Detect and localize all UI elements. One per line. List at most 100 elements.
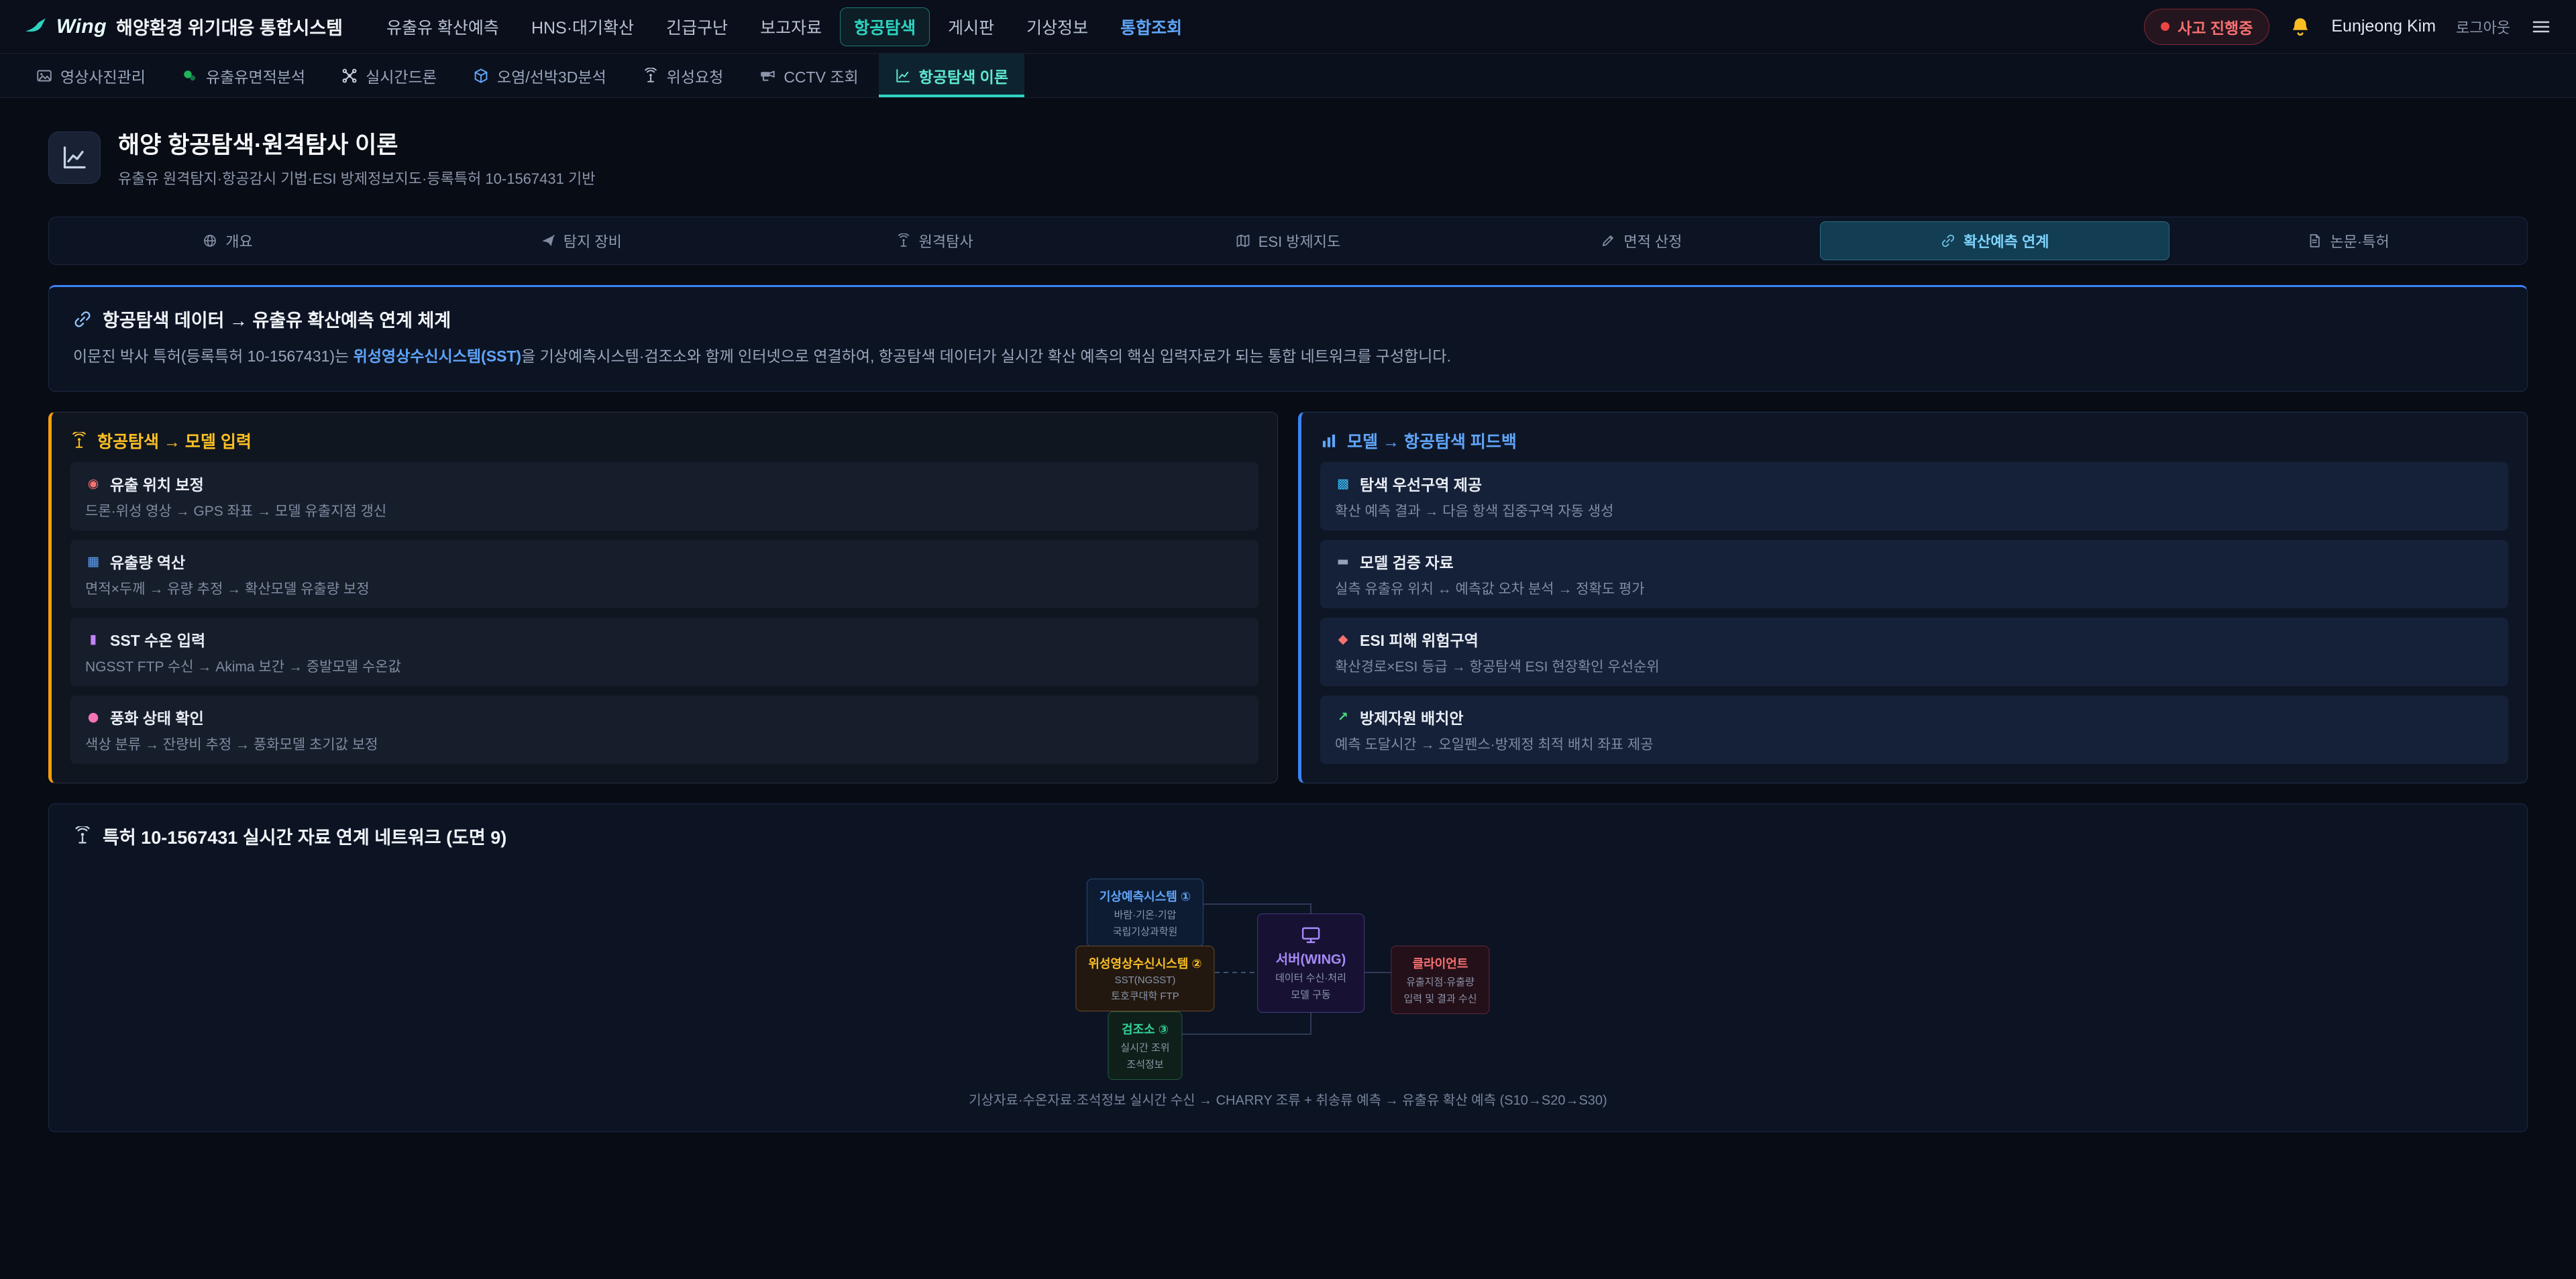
top-navbar: Wing 해양환경 위기대응 통합시스템 유출유 확산예측HNS·대기확산긴급구… xyxy=(0,0,2576,54)
page-subtitle: 유출유 원격탐지·항공감시 기법·ESI 방제정보지도·등록특허 10-1567… xyxy=(118,167,595,188)
plane-icon xyxy=(541,233,555,248)
theory-tab[interactable]: ESI 방제지도 xyxy=(1114,221,1463,260)
logout-link[interactable]: 로그아웃 xyxy=(2456,16,2510,38)
user-name: Eunjeong Kim xyxy=(2331,17,2436,36)
card-item-title-text: 모델 검증 자료 xyxy=(1360,550,1454,573)
theory-tab[interactable]: 원격탐사 xyxy=(760,221,1110,260)
subnav-item[interactable]: 유출유면적분석 xyxy=(166,54,321,97)
subnav-item[interactable]: 실시간드론 xyxy=(325,54,453,97)
card-item-title: ↗방제자원 배치안 xyxy=(1335,706,2493,728)
tab-label: 개요 xyxy=(225,230,252,252)
node-tide-station: 검조소 ③ 실시간 조위 조석정보 xyxy=(1108,1011,1182,1080)
node-client: 클라이언트 유출지점·유출량 입력 및 결과 수신 xyxy=(1391,946,1489,1014)
network-diagram: 기상예측시스템 ① 바람·기온·기압 국립기상과학원 위성영상수신시스템 ② S… xyxy=(839,879,1737,1068)
node-line: 유출지점·유출량 xyxy=(1403,975,1477,989)
tab-label: 탐지 장비 xyxy=(564,230,622,252)
card-item-title-text: 유출량 역산 xyxy=(110,550,185,573)
tab-label: 확산예측 연계 xyxy=(1964,230,2049,252)
card-item-desc: 예측 도달시간 → 오일펜스·방제정 최적 배치 좌표 제공 xyxy=(1335,734,2493,754)
card-item-title-text: SST 수온 입력 xyxy=(110,628,205,651)
ruler-icon: ▬ xyxy=(1335,554,1351,569)
pencil-icon xyxy=(1601,233,1615,248)
incident-status-label: 사고 진행중 xyxy=(2178,15,2253,38)
nav-item[interactable]: 긴급구난 xyxy=(652,7,742,46)
subnav-item[interactable]: CCTV 조회 xyxy=(743,54,874,97)
model-feedback-items: ▩탐색 우선구역 제공확산 예측 결과 → 다음 항색 집중구역 자동 생성▬모… xyxy=(1320,462,2508,764)
model-feedback-card-title-row: 모델 → 항공탐색 피드백 xyxy=(1320,429,2508,453)
tab-label: 면적 산정 xyxy=(1623,230,1682,252)
theory-tabs: 개요 탐지 장비 원격탐사ESI 방제지도 면적 산정 확산예측 연계 논문·특허 xyxy=(48,217,2528,265)
theory-tab[interactable]: 논문·특허 xyxy=(2174,221,2523,260)
hamburger-menu-button[interactable] xyxy=(2530,16,2552,38)
linkage-section-description: 이문진 박사 특허(등록특허 10-1567431)는 위성영상수신시스템(SS… xyxy=(73,344,2503,370)
main-nav: 유출유 확산예측HNS·대기확산긴급구난보고자료항공탐색게시판기상정보통합조회 xyxy=(372,7,1196,46)
subnav-item[interactable]: 영상사진관리 xyxy=(20,54,162,97)
nav-item[interactable]: 기상정보 xyxy=(1012,7,1102,46)
brand: Wing 해양환경 위기대응 통합시스템 xyxy=(24,13,343,40)
node-line: 모델 구동 xyxy=(1275,987,1346,1001)
node-line: 입력 및 결과 수신 xyxy=(1403,991,1477,1005)
card-item-desc: 실측 유출유 위치 ↔ 예측값 오차 분석 → 정확도 평가 xyxy=(1335,578,2493,598)
nav-item[interactable]: 보고자료 xyxy=(746,7,836,46)
subnav-item-label: 오염/선박3D분석 xyxy=(497,64,606,87)
card-item-title: ▦유출량 역산 xyxy=(85,550,1244,573)
antenna-icon xyxy=(73,826,92,845)
card-item-title-text: 풍화 상태 확인 xyxy=(110,706,204,728)
linkage-cards: 항공탐색 → 모델 입력 ◉유출 위치 보정드론·위성 영상 → GPS 좌표 … xyxy=(48,412,2528,783)
node-line: SST(NGSST) xyxy=(1088,975,1201,986)
drone-icon xyxy=(341,68,358,84)
card-item-title: ▮SST 수온 입력 xyxy=(85,628,1244,651)
card-item: ◆ESI 피해 위험구역확산경로×ESI 등급 → 항공탐색 ESI 현장확인 … xyxy=(1320,618,2508,686)
card-item-desc: NGSST FTP 수신 → Akima 보간 → 증발모델 수온값 xyxy=(85,656,1244,676)
bar-chart-icon xyxy=(1320,432,1338,449)
subnav-item[interactable]: 위성요청 xyxy=(627,54,740,97)
status-dot-icon xyxy=(2161,22,2169,31)
desc-suffix: 을 기상예측시스템·검조소와 함께 인터넷으로 연결하여, 항공탐색 데이터가 … xyxy=(521,347,1451,365)
nav-item[interactable]: HNS·대기확산 xyxy=(517,7,648,46)
nav-item[interactable]: 게시판 xyxy=(934,7,1008,46)
model-input-card-title-row: 항공탐색 → 모델 입력 xyxy=(70,429,1258,453)
node-title: 클라이언트 xyxy=(1403,954,1477,972)
network-panel-title: 특허 10-1567431 실시간 자료 연계 네트워크 (도면 9) xyxy=(103,823,506,849)
page-header: 해양 항공탐색·원격탐사 이론 유출유 원격탐지·항공감시 기법·ESI 방제정… xyxy=(48,126,2528,188)
notification-bell-button[interactable] xyxy=(2290,16,2311,38)
node-weather-system: 기상예측시스템 ① 바람·기온·기압 국립기상과학원 xyxy=(1087,879,1203,947)
card-item-desc: 드론·위성 영상 → GPS 좌표 → 모델 유출지점 갱신 xyxy=(85,500,1244,520)
subnav-item-label: CCTV 조회 xyxy=(784,64,858,87)
monitor-icon xyxy=(1301,925,1321,945)
page-icon xyxy=(48,131,101,184)
alert-icon: ◆ xyxy=(1335,632,1351,647)
main-content: 해양 항공탐색·원격탐사 이론 유출유 원격탐지·항공감시 기법·ESI 방제정… xyxy=(0,98,2576,1199)
logo-text: Wing xyxy=(56,15,107,38)
nav-item[interactable]: 유출유 확산예측 xyxy=(372,7,513,46)
nav-item[interactable]: 항공탐색 xyxy=(840,7,930,46)
satellite-icon xyxy=(643,68,659,84)
subnav-item[interactable]: 항공탐색 이론 xyxy=(879,54,1024,97)
sub-navbar: 영상사진관리유출유면적분석실시간드론 오염/선박3D분석 위성요청 CCTV 조회 항공… xyxy=(0,54,2576,98)
weathering-icon: ● xyxy=(85,710,101,724)
map-grid-icon xyxy=(1236,233,1250,248)
theory-tab[interactable]: 탐지 장비 xyxy=(407,221,756,260)
node-title: 검조소 ③ xyxy=(1120,1020,1169,1038)
card-item: ▦유출량 역산면적×두께 → 유량 추정 → 확산모델 유출량 보정 xyxy=(70,540,1258,608)
area-icon xyxy=(182,68,198,84)
subnav-item[interactable]: 오염/선박3D분석 xyxy=(457,54,623,97)
map-icon: ▩ xyxy=(1335,476,1351,491)
model-feedback-card: 모델 → 항공탐색 피드백 ▩탐색 우선구역 제공확산 예측 결과 → 다음 항… xyxy=(1298,412,2528,783)
node-title: 서버(WING) xyxy=(1275,948,1346,968)
nav-right: 사고 진행중 Eunjeong Kim 로그아웃 xyxy=(2144,9,2552,45)
pin-icon: ◉ xyxy=(85,476,101,491)
chart-line-icon xyxy=(895,68,911,84)
card-item-title-text: 방제자원 배치안 xyxy=(1360,706,1464,728)
linkage-section-title: 항공탐색 데이터 → 유출유 확산예측 연계 체계 xyxy=(103,306,451,332)
nav-item[interactable]: 통합조회 xyxy=(1106,7,1196,46)
card-item-title: ● 풍화 상태 확인 xyxy=(85,706,1244,728)
ship3d-icon xyxy=(473,68,489,84)
theory-tab[interactable]: 면적 산정 xyxy=(1466,221,1816,260)
network-panel: 특허 10-1567431 실시간 자료 연계 네트워크 (도면 9) 기상예측… xyxy=(48,803,2528,1132)
card-item: ●풍화 상태 확인색상 분류 → 잔량비 추정 → 풍화모델 초기값 보정 xyxy=(70,696,1258,764)
theory-tab[interactable]: 개요 xyxy=(53,221,402,260)
theory-tab[interactable]: 확산예측 연계 xyxy=(1820,221,2169,260)
sst-system-link[interactable]: 위성영상수신시스템(SST) xyxy=(354,347,522,365)
cctv-icon xyxy=(759,68,775,84)
